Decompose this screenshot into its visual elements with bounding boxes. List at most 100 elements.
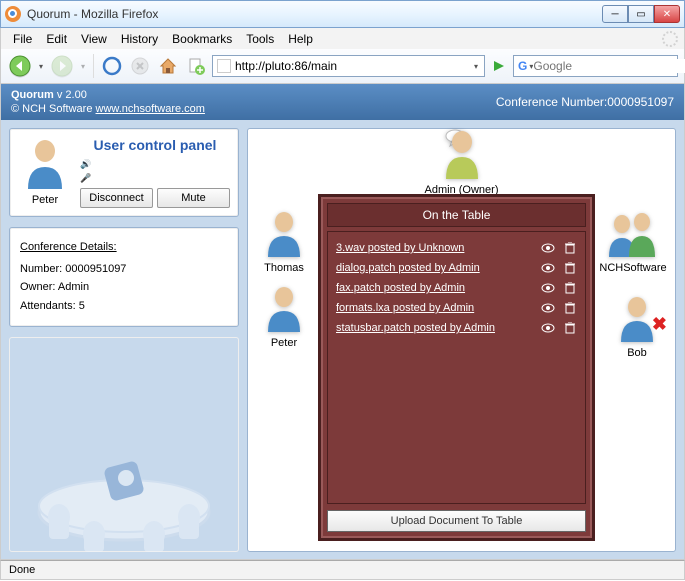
home-icon	[158, 56, 178, 76]
avatar-bob[interactable]: ✖ Bob	[609, 294, 665, 359]
status-bar: Done	[0, 560, 685, 580]
back-history-dropdown[interactable]: ▾	[37, 53, 45, 79]
input-level-meter	[94, 174, 126, 184]
details-header: Conference Details:	[20, 238, 228, 257]
app-header: Quorum v 2.00 © NCH Software www.nchsoft…	[1, 84, 684, 120]
view-icon[interactable]	[541, 281, 555, 295]
speaker-icon: 🔊	[80, 159, 91, 170]
search-input[interactable]	[533, 59, 685, 73]
conference-details-panel: Conference Details: Number: 0000951097 O…	[9, 227, 239, 327]
stop-icon	[130, 56, 150, 76]
nav-toolbar: ▾ ▾ ▾ G ▾	[0, 49, 685, 84]
details-number-value: 0000951097	[65, 263, 126, 275]
table-row: statusbar.patch posted by Admin	[336, 318, 577, 338]
details-attendants-label: Attendants:	[20, 300, 76, 312]
forward-arrow-icon	[51, 55, 73, 77]
reload-button[interactable]	[100, 54, 124, 78]
output-level-meter	[94, 160, 108, 170]
view-icon[interactable]	[541, 321, 555, 335]
url-bar[interactable]: ▾	[212, 55, 485, 77]
details-attendants-value: 5	[79, 300, 85, 312]
avatar-thomas[interactable]: Thomas	[256, 209, 312, 274]
google-logo-icon: G	[518, 59, 527, 73]
disconnect-button[interactable]: Disconnect	[80, 188, 153, 208]
table-item-link[interactable]: 3.wav posted by Unknown	[336, 242, 533, 254]
details-owner-label: Owner:	[20, 281, 55, 293]
home-button[interactable]	[156, 54, 180, 78]
avatar-bob-label: Bob	[609, 347, 665, 359]
url-input[interactable]	[235, 59, 472, 73]
view-icon[interactable]	[541, 261, 555, 275]
table-item-link[interactable]: statusbar.patch posted by Admin	[336, 322, 533, 334]
menu-bar: File Edit View History Bookmarks Tools H…	[0, 28, 685, 49]
table-row: 3.wav posted by Unknown	[336, 238, 577, 258]
view-icon[interactable]	[541, 241, 555, 255]
menu-bookmarks[interactable]: Bookmarks	[166, 30, 238, 48]
table-row: dialog.patch posted by Admin	[336, 258, 577, 278]
search-bar[interactable]: G ▾	[513, 55, 678, 77]
copyright-text: © NCH Software	[11, 103, 92, 115]
avatar-admin[interactable]: Admin (Owner)	[407, 129, 517, 196]
table-header: On the Table	[327, 203, 586, 227]
delete-icon[interactable]	[563, 281, 577, 295]
table-item-link[interactable]: fax.patch posted by Admin	[336, 282, 533, 294]
menu-file[interactable]: File	[7, 30, 38, 48]
user-avatar-icon	[22, 137, 68, 189]
menu-tools[interactable]: Tools	[240, 30, 280, 48]
app-name: Quorum	[11, 89, 54, 101]
menu-history[interactable]: History	[115, 30, 164, 48]
delete-icon[interactable]	[563, 261, 577, 275]
go-button[interactable]	[489, 56, 509, 76]
menu-help[interactable]: Help	[282, 30, 319, 48]
avatar-peter-label: Peter	[256, 337, 312, 349]
go-arrow-icon	[492, 59, 506, 73]
conference-table-icon	[19, 422, 229, 552]
maximize-button[interactable]: ▭	[628, 5, 654, 23]
document-plus-icon	[186, 56, 206, 76]
avatar-peter[interactable]: Peter	[256, 284, 312, 349]
window-title: Quorum - Mozilla Firefox	[27, 7, 602, 21]
new-tab-button[interactable]	[184, 54, 208, 78]
view-icon[interactable]	[541, 301, 555, 315]
table-row: fax.patch posted by Admin	[336, 278, 577, 298]
url-history-dropdown[interactable]: ▾	[472, 53, 480, 79]
table-row: formats.lxa posted by Admin	[336, 298, 577, 318]
activity-throbber-icon	[662, 31, 678, 47]
avatar-nchsoftware[interactable]: NCHSoftware	[597, 209, 669, 274]
forward-history-dropdown[interactable]: ▾	[79, 53, 87, 79]
avatar-nch-label: NCHSoftware	[597, 262, 669, 274]
back-button[interactable]	[7, 53, 33, 79]
conference-view: Admin (Owner) Thomas Peter NCHSoftware ✖…	[247, 128, 676, 552]
delete-icon[interactable]	[563, 321, 577, 335]
mute-button[interactable]: Mute	[157, 188, 230, 208]
menu-view[interactable]: View	[75, 30, 113, 48]
status-text: Done	[9, 564, 35, 576]
upload-document-button[interactable]: Upload Document To Table	[327, 510, 586, 532]
table-item-link[interactable]: dialog.patch posted by Admin	[336, 262, 533, 274]
current-user-name: Peter	[18, 194, 72, 206]
copyright-link[interactable]: www.nchsoftware.com	[96, 103, 205, 115]
reload-icon	[102, 56, 122, 76]
site-favicon-icon	[217, 59, 231, 73]
stop-button[interactable]	[128, 54, 152, 78]
mic-icon: 🎤	[80, 173, 91, 184]
decorative-table-image	[9, 337, 239, 552]
disconnected-x-icon: ✖	[652, 314, 667, 335]
avatar-thomas-label: Thomas	[256, 262, 312, 274]
menu-edit[interactable]: Edit	[40, 30, 73, 48]
minimize-button[interactable]: ─	[602, 5, 628, 23]
table-item-link[interactable]: formats.lxa posted by Admin	[336, 302, 533, 314]
app-body: Peter User control panel 🔊 🎤 Disconnect …	[1, 120, 684, 560]
details-number-label: Number:	[20, 263, 62, 275]
delete-icon[interactable]	[563, 241, 577, 255]
conf-number-value: 0000951097	[607, 95, 674, 109]
ucp-title: User control panel	[80, 137, 230, 153]
content-area: Quorum v 2.00 © NCH Software www.nchsoft…	[0, 84, 685, 560]
app-favicon	[5, 6, 21, 22]
table-items-list: 3.wav posted by Unknown dialog.patch pos…	[327, 231, 586, 504]
delete-icon[interactable]	[563, 301, 577, 315]
back-arrow-icon	[9, 55, 31, 77]
forward-button[interactable]	[49, 53, 75, 79]
close-button[interactable]: ✕	[654, 5, 680, 23]
separator	[93, 54, 94, 78]
